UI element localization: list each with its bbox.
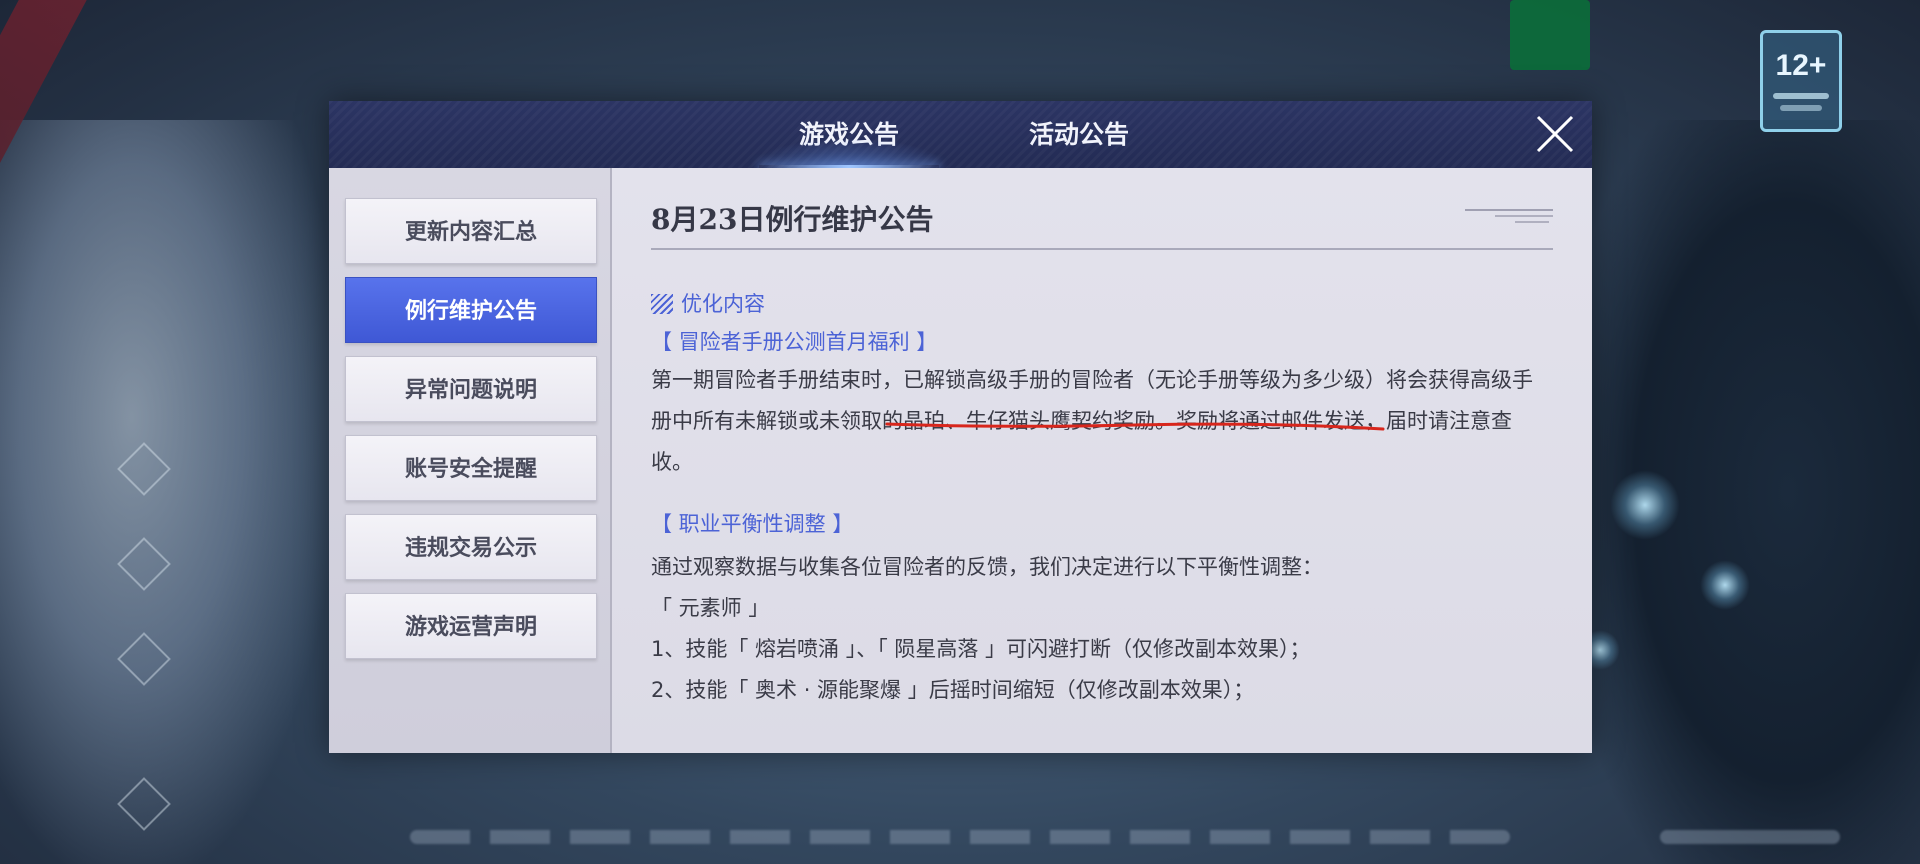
tab-game-announcement[interactable]: 游戏公告 <box>749 101 949 168</box>
announcement-dialog: 游戏公告 活动公告 更新内容汇总 例行维护公告 异常问题说明 账号安全提醒 违规… <box>329 101 1592 753</box>
age-rating-label: 12+ <box>1775 49 1827 82</box>
title-divider <box>651 248 1553 250</box>
balance-intro: 通过观察数据与收集各位冒险者的反馈，我们决定进行以下平衡性调整： <box>651 555 1323 579</box>
page-title: 8月23日例行维护公告 <box>651 203 934 236</box>
sidebar: 更新内容汇总 例行维护公告 异常问题说明 账号安全提醒 违规交易公示 游戏运营声… <box>329 168 612 753</box>
decorative-lines-icon <box>1465 209 1553 223</box>
background-character-left <box>0 120 330 864</box>
class-name: 「 元素师 」 <box>651 596 770 620</box>
tab-activity-announcement[interactable]: 活动公告 <box>979 101 1179 168</box>
welfare-paragraph: 第一期冒险者手册结束时，已解锁高级手册的冒险者（无论手册等级为多少级）将会获得高… <box>651 368 1533 474</box>
balance-item: 2、技能「 奥术 · 源能聚爆 」后摇时间缩短（仅修改副本效果）； <box>651 678 1255 702</box>
balance-heading: 【 职业平衡性调整 】 <box>651 512 854 536</box>
balance-item: 1、技能「 熔岩喷涌 」、「 陨星高落 」可闪避打断（仅修改副本效果）； <box>651 637 1311 661</box>
background-diamond <box>117 537 171 591</box>
footer-version-blurred <box>1660 830 1840 844</box>
background-sign <box>1510 0 1590 70</box>
background-sword <box>0 0 93 483</box>
sidebar-item-update-summary[interactable]: 更新内容汇总 <box>345 198 597 264</box>
sidebar-item-issues[interactable]: 异常问题说明 <box>345 356 597 422</box>
background-glow <box>1700 560 1750 610</box>
announcement-content: 8月23日例行维护公告 优化内容 【 冒险者手册公测首月福利 】 第一期冒险者手… <box>651 168 1561 753</box>
welfare-heading: 【 冒险者手册公测首月福利 】 <box>651 330 938 354</box>
sidebar-item-operation-statement[interactable]: 游戏运营声明 <box>345 593 597 659</box>
section-heading-label: 优化内容 <box>681 292 765 316</box>
age-rating-badge: 12+ <box>1760 30 1842 132</box>
sidebar-item-violations[interactable]: 违规交易公示 <box>345 514 597 580</box>
background-diamond <box>117 632 171 686</box>
tab-activity-announcement-label: 活动公告 <box>1028 120 1129 149</box>
background-diamond <box>117 777 171 831</box>
close-icon <box>1536 115 1574 153</box>
background-glow <box>1610 470 1680 540</box>
dialog-body: 更新内容汇总 例行维护公告 异常问题说明 账号安全提醒 违规交易公示 游戏运营声… <box>329 168 1592 753</box>
close-button[interactable] <box>1532 111 1578 157</box>
footer-notice-blurred <box>410 830 1510 844</box>
sidebar-item-account-security[interactable]: 账号安全提醒 <box>345 435 597 501</box>
background-character-right <box>1590 120 1920 864</box>
hatch-icon <box>651 294 673 314</box>
background-diamond <box>117 442 171 496</box>
sidebar-item-maintenance[interactable]: 例行维护公告 <box>345 277 597 343</box>
section-heading: 优化内容 <box>651 288 765 318</box>
dialog-header: 游戏公告 活动公告 <box>329 101 1592 168</box>
